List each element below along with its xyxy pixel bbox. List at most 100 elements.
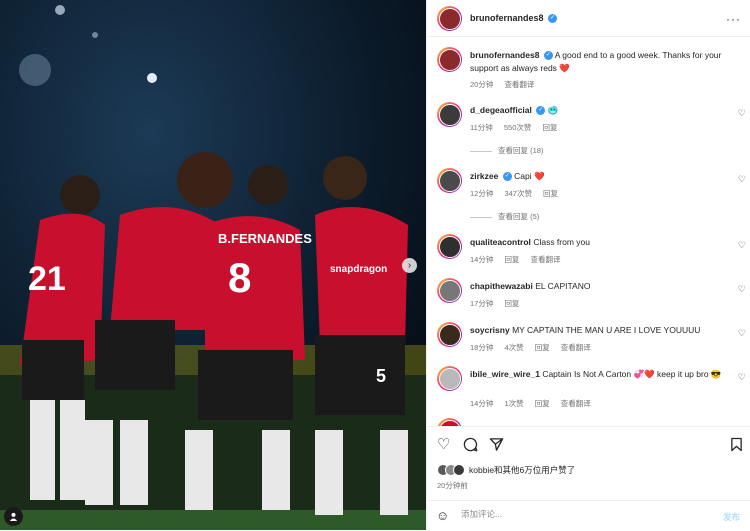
- post-comment-button[interactable]: 发布: [723, 511, 740, 523]
- verified-badge-icon: ✓: [536, 106, 546, 116]
- comment-username[interactable]: qualiteacontrol: [470, 237, 531, 247]
- caption-time: 20分钟: [470, 80, 494, 89]
- comment-avatar[interactable]: [437, 234, 462, 259]
- liked-by-row[interactable]: kobbie和其他6万位用户赞了: [437, 464, 575, 476]
- comment-icon[interactable]: [463, 437, 478, 456]
- comment-likes[interactable]: 4次赞: [504, 343, 523, 352]
- comment-likes[interactable]: 550次赞: [504, 123, 532, 132]
- comment-text-block: zirkzee ✓ Capi ❤️: [470, 170, 725, 183]
- like-comment-heart-icon[interactable]: ♡: [738, 328, 746, 339]
- comment-text: Captain Is Not A Carton: [542, 369, 632, 379]
- comment-username[interactable]: chapithewazabi: [470, 281, 533, 291]
- author-username[interactable]: brunofernandes8: [470, 13, 544, 23]
- user-icon: [9, 512, 18, 521]
- view-replies-button[interactable]: 查看回复 (5): [470, 211, 539, 222]
- post-time[interactable]: 20分钟前: [437, 480, 468, 491]
- post-actions: ♡ kobbie和其他6万位用户赞了 20分钟前 ☺ 发布: [427, 426, 750, 530]
- comment-avatar[interactable]: [437, 278, 462, 303]
- view-replies-button[interactable]: 查看回复 (18): [470, 145, 543, 156]
- comment-username[interactable]: soycrisny: [470, 325, 510, 335]
- like-comment-heart-icon[interactable]: ♡: [738, 108, 746, 119]
- author-name-row: brunofernandes8 ✓: [470, 13, 558, 24]
- comment-username[interactable]: ibile_wire_wire_1: [470, 369, 540, 379]
- jersey-sponsor: snapdragon: [330, 264, 387, 275]
- post-header: brunofernandes8 ✓ ···: [427, 0, 750, 37]
- save-bookmark-icon[interactable]: [730, 437, 743, 456]
- comment-text-block: qualiteacontrol Class from you: [470, 236, 725, 249]
- comment-username[interactable]: d_degeaofficial: [470, 105, 532, 115]
- players-photo: 21 B.FERNANDES 8 snapdragon 5: [0, 0, 426, 530]
- shorts-number: 5: [376, 366, 386, 386]
- verified-badge-icon: ✓: [548, 14, 558, 24]
- comment-emoji: 🥶: [547, 105, 559, 115]
- comment-reply-button[interactable]: 回复: [504, 299, 519, 308]
- comment-meta: 12分钟 347次赞 回复: [470, 188, 567, 199]
- comment-meta: 14分钟 回复 查看翻译: [470, 254, 570, 265]
- author-avatar[interactable]: [437, 6, 462, 31]
- comment-time: 17分钟: [470, 299, 494, 308]
- post-photo[interactable]: 21 B.FERNANDES 8 snapdragon 5 ›: [0, 0, 426, 530]
- caption-username[interactable]: brunofernandes8: [470, 50, 539, 60]
- more-options-icon[interactable]: ···: [726, 12, 741, 26]
- like-comment-heart-icon[interactable]: ♡: [738, 174, 746, 185]
- comments-list[interactable]: brunofernandes8 ✓ A good end to a good w…: [427, 38, 750, 426]
- comment-reply-button[interactable]: 回复: [535, 343, 550, 352]
- comment-see-translation[interactable]: 查看翻译: [531, 255, 561, 264]
- caption-see-translation[interactable]: 查看翻译: [504, 80, 534, 89]
- comment-meta: 17分钟 回复: [470, 298, 528, 309]
- comment-meta: 14分钟 1次赞 回复 查看翻译: [470, 398, 600, 409]
- comment-see-translation[interactable]: 查看翻译: [561, 343, 591, 352]
- caption-text-block: brunofernandes8 ✓ A good end to a good w…: [470, 49, 725, 74]
- liked-by-text: kobbie和其他6万位用户赞了: [469, 465, 576, 475]
- comment-time: 12分钟: [470, 189, 494, 198]
- add-comment-bar: ☺ 发布: [427, 500, 750, 531]
- jersey-name: B.FERNANDES: [218, 231, 312, 246]
- comment-text-block: ibile_wire_wire_1 Captain Is Not A Carto…: [470, 368, 725, 381]
- comment-emoji: ❤️: [533, 171, 545, 181]
- comment-avatar[interactable]: [437, 168, 462, 193]
- comment-text-block: chapithewazabi EL CAPITANO: [470, 280, 725, 293]
- post-panel: brunofernandes8 ✓ ··· brunofernandes8 ✓ …: [426, 0, 750, 530]
- comment-text: EL CAPITANO: [535, 281, 591, 291]
- comment-meta: 11分钟 550次赞 回复: [470, 122, 567, 133]
- caption-avatar[interactable]: [437, 47, 462, 72]
- comment-username[interactable]: zirkzee: [470, 171, 498, 181]
- next-photo-button[interactable]: ›: [402, 258, 417, 273]
- like-heart-icon[interactable]: ♡: [437, 437, 450, 453]
- comment-reply-button[interactable]: 回复: [535, 399, 550, 408]
- paper-plane-icon: [489, 438, 504, 451]
- comment-reply-button[interactable]: 回复: [543, 123, 558, 132]
- comment-text: Capi: [514, 171, 532, 181]
- comment-likes[interactable]: 347次赞: [504, 189, 532, 198]
- svg-text:21: 21: [28, 260, 66, 298]
- like-comment-heart-icon[interactable]: ♡: [738, 284, 746, 295]
- comment-avatar[interactable]: [437, 102, 462, 127]
- comment-time: 18分钟: [470, 343, 494, 352]
- verified-badge-icon: ✓: [543, 51, 553, 61]
- like-comment-heart-icon[interactable]: ♡: [738, 372, 746, 383]
- comment-emoji: 💞❤️ keep it up bro 😎: [633, 369, 722, 379]
- emoji-picker-icon[interactable]: ☺: [436, 508, 449, 523]
- comment-likes[interactable]: 1次赞: [504, 399, 523, 408]
- tagged-users-button[interactable]: [4, 507, 23, 526]
- comment-bubble-icon: [463, 437, 478, 452]
- comment-see-translation[interactable]: 查看翻译: [561, 399, 591, 408]
- verified-badge-icon: ✓: [502, 172, 512, 182]
- like-comment-heart-icon[interactable]: ♡: [738, 240, 746, 251]
- comment-text: Class from you: [533, 237, 590, 247]
- share-icon[interactable]: [489, 437, 504, 456]
- comment-avatar[interactable]: [437, 366, 462, 391]
- comment-time: 14分钟: [470, 255, 494, 264]
- comment-avatar[interactable]: [437, 322, 462, 347]
- caption-meta: 20分钟 查看翻译: [470, 79, 543, 90]
- bookmark-icon: [731, 437, 742, 452]
- comment-avatar[interactable]: [437, 418, 462, 426]
- comment-input[interactable]: [461, 509, 681, 519]
- comment-meta: 18分钟 4次赞 回复 查看翻译: [470, 342, 600, 353]
- comment-reply-button[interactable]: 回复: [504, 255, 519, 264]
- comment-reply-button[interactable]: 回复: [543, 189, 558, 198]
- comment-time: 11分钟: [470, 123, 493, 132]
- jersey-number: 8: [228, 254, 251, 301]
- comment-time: 14分钟: [470, 399, 494, 408]
- liker-avatar: [453, 464, 465, 476]
